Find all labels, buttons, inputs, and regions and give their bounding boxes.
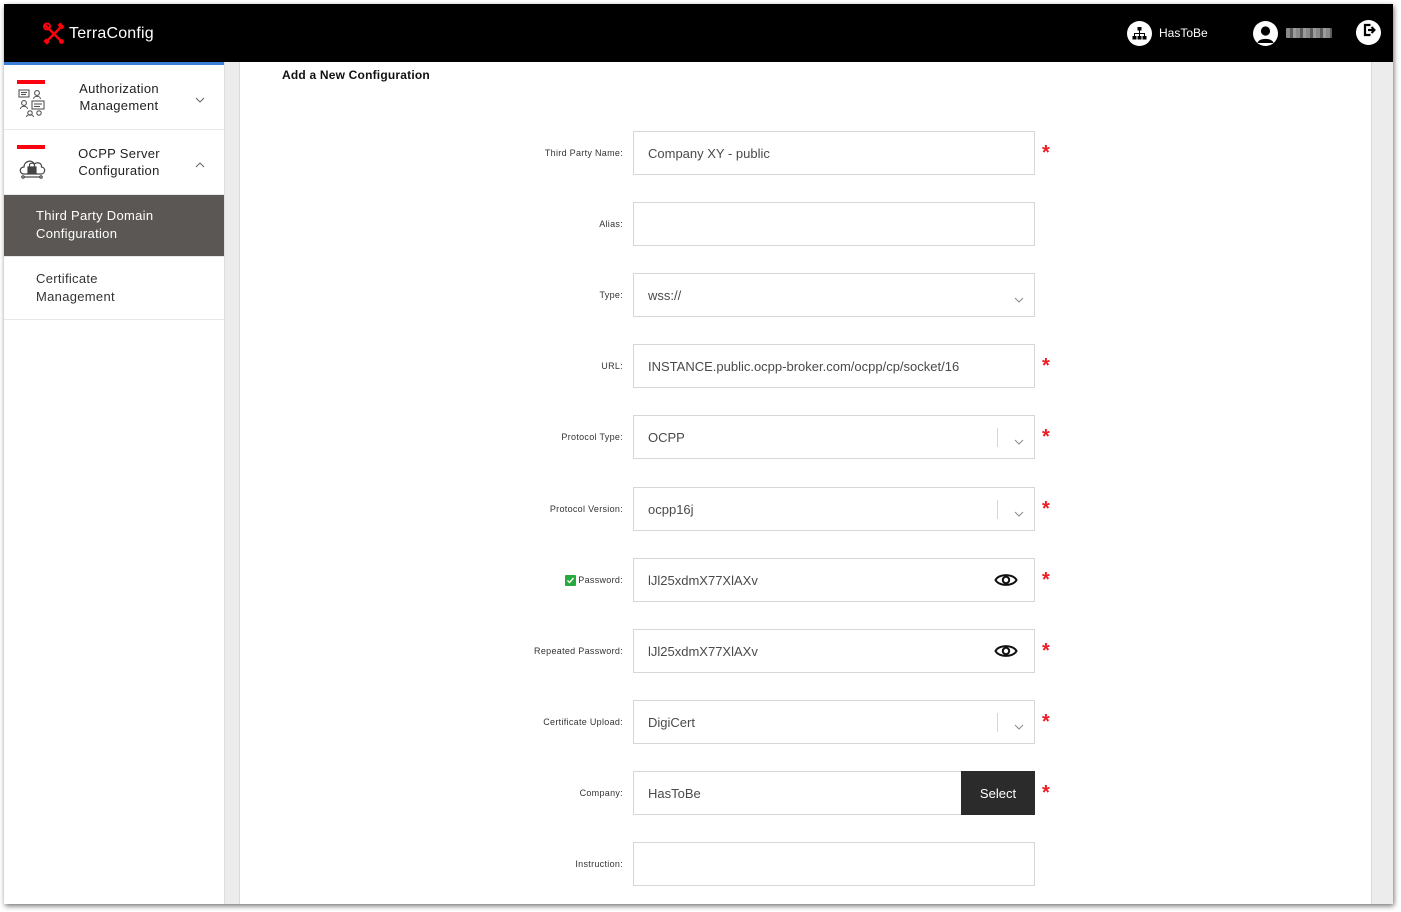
- repeated-password-input[interactable]: lJl25xdmX77XlAXv: [633, 629, 1035, 673]
- select-separator: [997, 428, 998, 447]
- required-asterisk: *: [1042, 355, 1050, 377]
- user-name: [1286, 28, 1332, 38]
- form-row-password: Password: lJl25xdmX77XlAXv *: [240, 558, 1371, 602]
- chevron-down-icon: [1014, 291, 1024, 303]
- required-asterisk: *: [1042, 782, 1050, 804]
- field-label: Repeated Password:: [534, 646, 623, 656]
- sidebar-item-authorization-management[interactable]: Authorization Management: [4, 65, 224, 130]
- chevron-down-icon: [1014, 505, 1024, 517]
- required-asterisk: *: [1042, 426, 1050, 448]
- chevron-down-icon: [1014, 718, 1024, 730]
- sidebar: Authorization Management OCPP Server Con…: [4, 62, 225, 904]
- field-value: DigiCert: [648, 714, 695, 730]
- field-label: Type:: [599, 290, 623, 300]
- sidebar-subitem-third-party-domain-configuration[interactable]: Third Party Domain Configuration: [4, 195, 224, 257]
- form-row-alias: Alias:: [240, 202, 1371, 246]
- field-label: Protocol Version:: [549, 504, 623, 514]
- field-label: Instruction:: [575, 859, 623, 869]
- top-bar: TerraConfig HasToBe: [4, 4, 1393, 62]
- user-menu[interactable]: [1253, 20, 1332, 46]
- cloud-lock-icon: [17, 152, 47, 182]
- field-value: OCPP: [648, 429, 685, 445]
- field-label: Third Party Name:: [544, 148, 623, 158]
- alias-input[interactable]: [633, 202, 1035, 246]
- checkmark-icon: [567, 577, 575, 584]
- form-row-type: Type: wss://: [240, 273, 1371, 317]
- required-asterisk: *: [1042, 711, 1050, 733]
- brand-name: TerraConfig: [69, 25, 154, 42]
- field-value: Company XY - public: [648, 145, 770, 161]
- sidebar-item-ocpp-server-configuration[interactable]: OCPP Server Configuration: [4, 130, 224, 195]
- main-content: Add a New Configuration Third Party Name…: [240, 62, 1371, 904]
- field-label: Password:: [565, 558, 623, 602]
- sidebar-item-marker: [17, 80, 45, 84]
- authorization-icon: [17, 87, 47, 118]
- password-label-text: Password:: [578, 575, 623, 585]
- form-row-repeated-password: Repeated Password: lJl25xdmX77XlAXv *: [240, 629, 1371, 673]
- form-row-company: Company: HasToBe Select *: [240, 771, 1371, 815]
- app-window: TerraConfig HasToBe Authorization Manage…: [4, 4, 1393, 904]
- field-value: HasToBe: [648, 785, 701, 801]
- field-value: lJl25xdmX77XlAXv: [648, 643, 758, 659]
- required-asterisk: *: [1042, 640, 1050, 662]
- required-asterisk: *: [1042, 142, 1050, 164]
- form-row-instruction: Instruction:: [240, 842, 1371, 886]
- field-value: ocpp16j: [648, 501, 694, 517]
- company-input[interactable]: HasToBe Select: [633, 771, 1035, 815]
- brand-logo[interactable]: TerraConfig: [42, 22, 154, 46]
- scrollbar-track[interactable]: [1371, 62, 1393, 904]
- chevron-down-icon: [194, 92, 206, 103]
- field-label: URL:: [601, 361, 623, 371]
- required-asterisk: *: [1042, 498, 1050, 520]
- logout-button[interactable]: [1356, 20, 1381, 45]
- chevron-down-icon: [1014, 433, 1024, 445]
- page-title: Add a New Configuration: [282, 68, 430, 82]
- password-input[interactable]: lJl25xdmX77XlAXv: [633, 558, 1035, 602]
- form-row-protocol-type: Protocol Type: OCPP *: [240, 415, 1371, 459]
- company-select-button[interactable]: Select: [961, 771, 1035, 815]
- sidebar-item-marker: [17, 145, 45, 149]
- field-label: Protocol Type:: [561, 432, 623, 442]
- eye-icon[interactable]: [994, 642, 1018, 660]
- sidebar-item-label: OCPP Server Configuration: [78, 146, 160, 178]
- sidebar-subitem-label: Certificate Management: [36, 271, 115, 304]
- instruction-input[interactable]: [633, 842, 1035, 886]
- sidebar-item-label: Authorization Management: [79, 81, 159, 113]
- select-separator: [997, 713, 998, 732]
- eye-icon[interactable]: [994, 571, 1018, 589]
- field-value: INSTANCE.public.ocpp-broker.com/ocpp/cp/…: [648, 358, 960, 374]
- field-label: Certificate Upload:: [543, 717, 623, 727]
- content-gutter-left: [225, 62, 240, 904]
- url-input[interactable]: INSTANCE.public.ocpp-broker.com/ocpp/cp/…: [633, 344, 1035, 388]
- chevron-up-icon: [194, 157, 206, 168]
- required-asterisk: *: [1042, 569, 1050, 591]
- type-select[interactable]: wss://: [633, 273, 1035, 317]
- sidebar-subitem-label: Third Party Domain Configuration: [36, 208, 154, 241]
- logout-icon: [1361, 22, 1377, 43]
- field-label: Company:: [579, 788, 623, 798]
- form-row-protocol-version: Protocol Version: ocpp16j *: [240, 487, 1371, 531]
- sidebar-subitem-certificate-management[interactable]: Certificate Management: [4, 258, 224, 320]
- protocol-version-select[interactable]: ocpp16j: [633, 487, 1035, 531]
- organization-name: HasToBe: [1159, 26, 1208, 40]
- third-party-name-input[interactable]: Company XY - public: [633, 131, 1035, 175]
- protocol-type-select[interactable]: OCPP: [633, 415, 1035, 459]
- form-row-third-party-name: Third Party Name: Company XY - public *: [240, 131, 1371, 175]
- certificate-upload-select[interactable]: DigiCert: [633, 700, 1035, 744]
- form-row-certificate-upload: Certificate Upload: DigiCert *: [240, 700, 1371, 744]
- field-value: lJl25xdmX77XlAXv: [648, 572, 758, 588]
- form-row-url: URL: INSTANCE.public.ocpp-broker.com/ocp…: [240, 344, 1371, 388]
- organization-switcher[interactable]: HasToBe: [1127, 20, 1208, 46]
- field-value: wss://: [648, 287, 682, 303]
- password-checkbox[interactable]: [565, 574, 577, 586]
- user-avatar-icon: [1253, 20, 1278, 46]
- select-separator: [997, 500, 998, 519]
- tools-icon: [42, 22, 66, 46]
- org-chart-icon: [1127, 20, 1152, 46]
- field-label: Alias:: [599, 219, 623, 229]
